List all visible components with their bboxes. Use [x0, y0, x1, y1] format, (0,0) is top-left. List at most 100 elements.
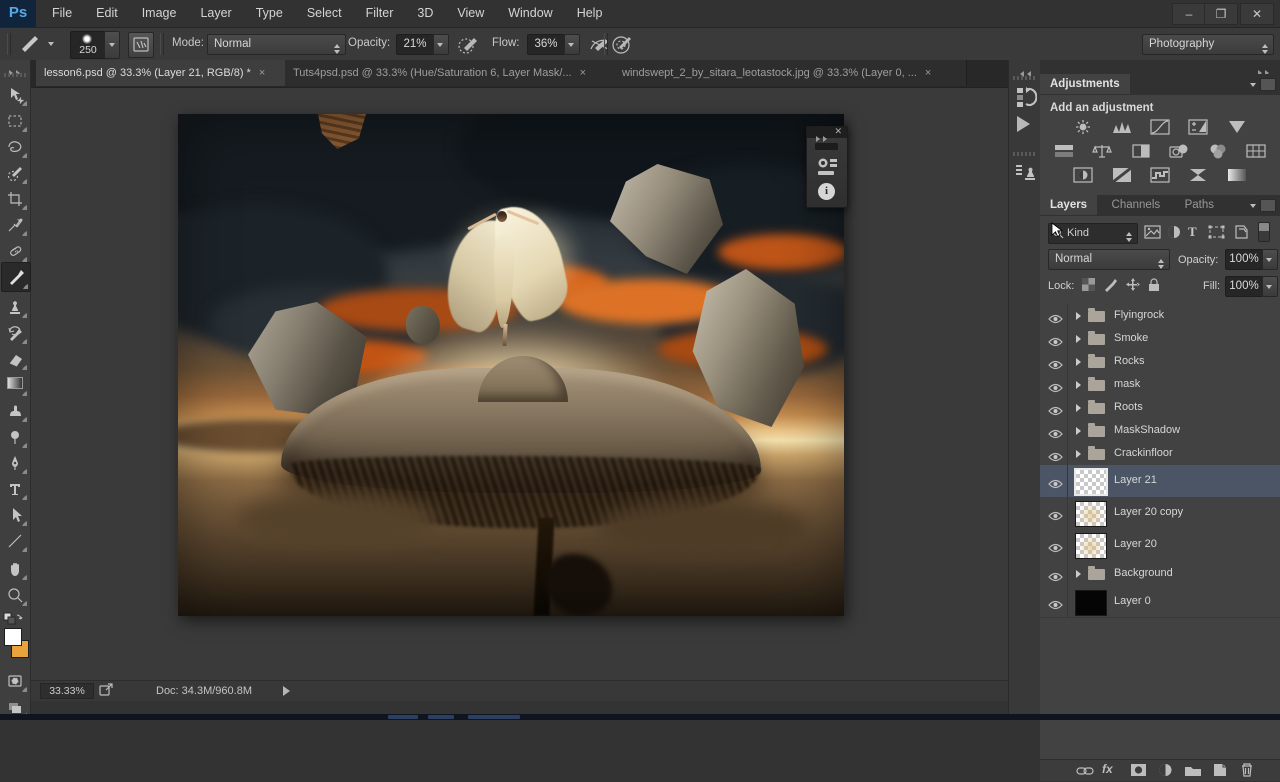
- hand-tool[interactable]: [1, 556, 29, 582]
- layer-style-fx-icon[interactable]: fx: [1102, 762, 1113, 776]
- lock-all-icon[interactable]: [1147, 277, 1161, 297]
- mode-select[interactable]: Normal: [207, 34, 346, 55]
- shape-tool[interactable]: [1, 528, 29, 554]
- filter-adjustment-icon[interactable]: [1166, 225, 1182, 244]
- layer-opacity-dropdown[interactable]: [1262, 249, 1278, 270]
- menu-edit[interactable]: Edit: [84, 0, 130, 27]
- layer-fill-value[interactable]: 100%: [1225, 276, 1263, 297]
- layer-row-layer21-selected[interactable]: Layer 21: [1040, 465, 1280, 498]
- visibility-eye-icon[interactable]: [1048, 357, 1063, 375]
- tab-close-icon[interactable]: ×: [925, 67, 931, 79]
- tab-close-icon[interactable]: ×: [580, 67, 586, 79]
- workspace-select[interactable]: Photography: [1142, 34, 1274, 55]
- actions-panel-icon[interactable]: [1017, 116, 1038, 132]
- share-icon[interactable]: [99, 683, 115, 702]
- layer-row-crackinfloor[interactable]: Crackinfloor: [1040, 442, 1280, 466]
- filter-smart-object-icon[interactable]: [1232, 225, 1248, 244]
- lasso-tool[interactable]: [1, 134, 29, 160]
- flow-value[interactable]: 36%: [527, 34, 565, 55]
- brush-preset-arrow-icon[interactable]: [48, 42, 54, 49]
- levels-icon[interactable]: [1110, 119, 1134, 136]
- gradient-map-icon[interactable]: [1225, 167, 1249, 184]
- type-tool[interactable]: [1, 476, 29, 502]
- expand-triangle-icon[interactable]: [1076, 334, 1085, 343]
- expand-triangle-icon[interactable]: [1076, 426, 1085, 435]
- panel-chevron-icon[interactable]: [1250, 83, 1256, 90]
- add-layer-mask-icon[interactable]: [1130, 763, 1147, 782]
- tab-channels[interactable]: Channels: [1102, 195, 1171, 215]
- layer-opacity-value[interactable]: 100%: [1225, 249, 1263, 270]
- visibility-eye-icon[interactable]: [1048, 476, 1063, 494]
- blend-mode-select[interactable]: Normal: [1048, 249, 1170, 270]
- curves-icon[interactable]: [1148, 119, 1172, 136]
- flow-dropdown[interactable]: [564, 34, 580, 55]
- posterize-icon[interactable]: [1110, 166, 1134, 184]
- layer-thumbnail[interactable]: [1075, 533, 1107, 559]
- tab-layers[interactable]: Layers: [1040, 195, 1098, 215]
- eyedropper-tool[interactable]: [1, 212, 29, 238]
- color-lookup-icon[interactable]: [1244, 143, 1268, 160]
- document-tab-active[interactable]: lesson6.psd @ 33.3% (Layer 21, RGB/8) * ×: [36, 60, 293, 86]
- healing-brush-tool[interactable]: [1, 238, 29, 264]
- new-layer-icon[interactable]: [1212, 763, 1228, 782]
- tab-paths[interactable]: Paths: [1175, 195, 1224, 215]
- menu-select[interactable]: Select: [295, 0, 354, 27]
- layer-row-flyingrock[interactable]: Flyingrock: [1040, 304, 1280, 328]
- color-balance-icon[interactable]: [1090, 143, 1114, 160]
- toolbar-grip[interactable]: [4, 73, 26, 77]
- panel-chevron-icon[interactable]: [1250, 204, 1256, 211]
- minimize-button[interactable]: –: [1172, 3, 1206, 25]
- visibility-eye-icon[interactable]: [1048, 426, 1063, 444]
- menu-image[interactable]: Image: [130, 0, 189, 27]
- document-canvas[interactable]: [178, 114, 844, 616]
- menu-3d[interactable]: 3D: [405, 0, 445, 27]
- filter-type-icon[interactable]: T: [1188, 224, 1197, 240]
- menu-filter[interactable]: Filter: [354, 0, 406, 27]
- brightness-contrast-icon[interactable]: [1071, 119, 1095, 136]
- selective-color-icon[interactable]: [1186, 167, 1210, 184]
- lock-transparency-icon[interactable]: [1081, 277, 1096, 297]
- menu-type[interactable]: Type: [244, 0, 295, 27]
- invert-icon[interactable]: [1071, 167, 1095, 184]
- brush-preset-icon[interactable]: [18, 33, 42, 58]
- gradient-tool[interactable]: [1, 372, 29, 398]
- foreground-color-swatch[interactable]: [4, 628, 22, 646]
- history-panel-icon[interactable]: [1013, 84, 1038, 115]
- delete-layer-icon[interactable]: [1240, 762, 1254, 782]
- pasteboard[interactable]: ✕ i: [31, 88, 1008, 681]
- new-group-icon[interactable]: [1184, 763, 1202, 782]
- layer-thumbnail[interactable]: [1075, 589, 1107, 616]
- layer-row-rocks[interactable]: Rocks: [1040, 350, 1280, 374]
- dodge-tool[interactable]: [1, 424, 29, 450]
- filter-pixel-icon[interactable]: [1144, 225, 1161, 244]
- zoom-level-field[interactable]: 33.33%: [40, 683, 94, 699]
- options-grip[interactable]: [7, 33, 11, 55]
- visibility-eye-icon[interactable]: [1048, 403, 1063, 421]
- expand-triangle-icon[interactable]: [1076, 311, 1085, 320]
- rectangular-marquee-tool[interactable]: [1, 108, 29, 134]
- layer-row-mask[interactable]: mask: [1040, 373, 1280, 397]
- mini-adjust-icon[interactable]: [815, 156, 839, 183]
- visibility-eye-icon[interactable]: [1048, 597, 1063, 615]
- dock-grip2[interactable]: [1013, 152, 1035, 156]
- layer-thumbnail[interactable]: [1074, 468, 1108, 496]
- threshold-icon[interactable]: [1148, 167, 1172, 184]
- visibility-eye-icon[interactable]: [1048, 311, 1063, 329]
- smudge-tool[interactable]: [1, 398, 29, 424]
- visibility-eye-icon[interactable]: [1048, 380, 1063, 398]
- layer-row-background[interactable]: Background: [1040, 561, 1280, 587]
- lock-position-icon[interactable]: [1125, 277, 1141, 297]
- tab-adjustments[interactable]: Adjustments: [1040, 74, 1130, 94]
- channel-mixer-icon[interactable]: [1206, 143, 1230, 160]
- brush-size-widget[interactable]: 250: [70, 31, 106, 59]
- menu-view[interactable]: View: [445, 0, 496, 27]
- layer-row-maskshadow[interactable]: MaskShadow: [1040, 419, 1280, 443]
- expand-triangle-icon[interactable]: [1076, 357, 1085, 366]
- expand-triangle-icon[interactable]: [1076, 569, 1085, 578]
- expand-triangle-icon[interactable]: [1076, 403, 1085, 412]
- clone-source-panel-icon[interactable]: [1013, 158, 1037, 189]
- black-white-icon[interactable]: [1129, 143, 1153, 160]
- visibility-eye-icon[interactable]: [1048, 540, 1063, 558]
- panel-menu-icon[interactable]: [1260, 199, 1276, 212]
- brush-tool[interactable]: [1, 262, 31, 292]
